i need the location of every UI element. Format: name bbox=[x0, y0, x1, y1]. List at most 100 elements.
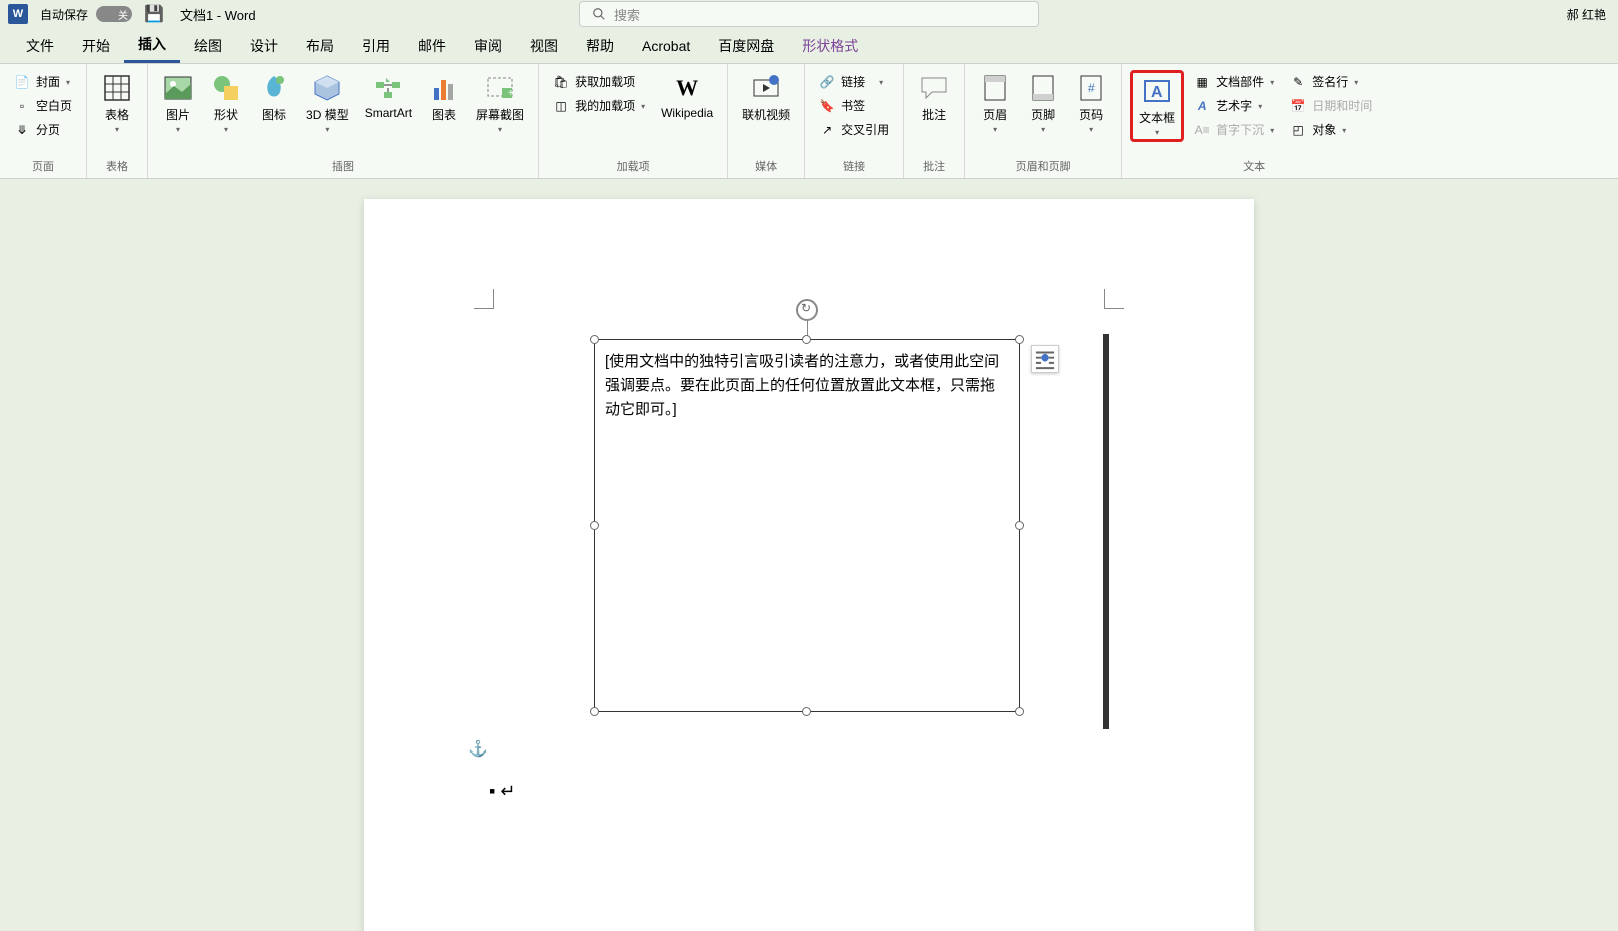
textbox[interactable]: [使用文档中的独特引言吸引读者的注意力，或者使用此空间强调要点。要在此页面上的任… bbox=[594, 339, 1020, 712]
tab-review[interactable]: 审阅 bbox=[460, 30, 516, 62]
sigline-button[interactable]: ✎签名行▾ bbox=[1284, 70, 1378, 93]
page[interactable]: [使用文档中的独特引言吸引读者的注意力，或者使用此空间强调要点。要在此页面上的任… bbox=[364, 199, 1254, 931]
word-icon: W bbox=[8, 4, 28, 24]
icons-button[interactable]: 图标 bbox=[252, 70, 296, 125]
blank-page-button[interactable]: ▫空白页 bbox=[8, 94, 78, 117]
link-icon: 🔗 bbox=[819, 74, 835, 90]
dropcap-button: A≡首字下沉▾ bbox=[1188, 118, 1280, 141]
tab-view[interactable]: 视图 bbox=[516, 30, 572, 62]
tab-design[interactable]: 设计 bbox=[236, 30, 292, 62]
textbox-button[interactable]: A文本框▾ bbox=[1133, 73, 1181, 139]
table-button[interactable]: 表格 ▾ bbox=[95, 70, 139, 136]
paragraph-mark: ▪ ↵ bbox=[489, 781, 515, 802]
tab-baidu[interactable]: 百度网盘 bbox=[704, 30, 788, 62]
resize-handle-e[interactable] bbox=[1015, 521, 1024, 530]
store-icon: 🛍 bbox=[553, 74, 569, 90]
tab-draw[interactable]: 绘图 bbox=[180, 30, 236, 62]
wordart-button[interactable]: A艺术字▾ bbox=[1188, 94, 1280, 117]
resize-handle-s[interactable] bbox=[802, 707, 811, 716]
title-bar: W 自动保存 关 💾 文档1 - Word 搜索 郝 红艳 bbox=[0, 0, 1618, 28]
margin-corner-tr bbox=[1104, 289, 1124, 309]
resize-handle-w[interactable] bbox=[590, 521, 599, 530]
pagenum-button[interactable]: #页码▾ bbox=[1069, 70, 1113, 136]
margin-corner-tl bbox=[474, 289, 494, 309]
resize-handle-sw[interactable] bbox=[590, 707, 599, 716]
doc-parts-button[interactable]: ▦文档部件▾ bbox=[1188, 70, 1280, 93]
layout-icon bbox=[1032, 346, 1058, 372]
crossref-button[interactable]: ↗交叉引用 bbox=[813, 118, 895, 141]
object-button[interactable]: ◰对象▾ bbox=[1284, 118, 1378, 141]
picture-icon bbox=[162, 72, 194, 104]
tab-layout[interactable]: 布局 bbox=[292, 30, 348, 62]
group-text: A文本框▾ ▦文档部件▾ A艺术字▾ A≡首字下沉▾ ✎签名行▾ 📅日期和时间 … bbox=[1122, 64, 1386, 178]
get-addins-button[interactable]: 🛍获取加载项 bbox=[547, 70, 651, 93]
resize-handle-ne[interactable] bbox=[1015, 335, 1024, 344]
chart-icon bbox=[428, 72, 460, 104]
cover-page-button[interactable]: 📄封面▾ bbox=[8, 70, 78, 93]
tab-references[interactable]: 引用 bbox=[348, 30, 404, 62]
save-icon[interactable]: 💾 bbox=[144, 4, 164, 24]
icons-icon bbox=[258, 72, 290, 104]
break-icon: ⤋ bbox=[14, 122, 30, 138]
picture-button[interactable]: 图片▾ bbox=[156, 70, 200, 136]
screenshot-button[interactable]: +屏幕截图▾ bbox=[470, 70, 530, 136]
tab-file[interactable]: 文件 bbox=[12, 30, 68, 62]
textbox-icon: A bbox=[1141, 75, 1173, 107]
user-name[interactable]: 郝 红艳 bbox=[1567, 6, 1606, 23]
chart-button[interactable]: 图表 bbox=[422, 70, 466, 125]
wordart-icon: A bbox=[1194, 98, 1210, 114]
autosave-toggle[interactable]: 关 bbox=[96, 6, 132, 22]
textbox-text[interactable]: [使用文档中的独特引言吸引读者的注意力，或者使用此空间强调要点。要在此页面上的任… bbox=[595, 340, 1019, 432]
shapes-icon bbox=[210, 72, 242, 104]
bookmark-button[interactable]: 🔖书签 bbox=[813, 94, 895, 117]
wikipedia-button[interactable]: WWikipedia bbox=[655, 70, 719, 122]
parts-icon: ▦ bbox=[1194, 74, 1210, 90]
my-addins-button[interactable]: ◫我的加载项▾ bbox=[547, 94, 651, 117]
group-pages: 📄封面▾ ▫空白页 ⤋分页 页面 bbox=[0, 64, 87, 178]
rotate-handle[interactable] bbox=[796, 299, 818, 321]
textbox-container: [使用文档中的独特引言吸引读者的注意力，或者使用此空间强调要点。要在此页面上的任… bbox=[594, 339, 1020, 712]
link-button[interactable]: 🔗链接▾ bbox=[813, 70, 895, 93]
sig-icon: ✎ bbox=[1290, 74, 1306, 90]
shapes-button[interactable]: 形状▾ bbox=[204, 70, 248, 136]
group-media: 联机视频 媒体 bbox=[728, 64, 805, 178]
header-icon bbox=[979, 72, 1011, 104]
date-icon: 📅 bbox=[1290, 98, 1306, 114]
layout-options-button[interactable] bbox=[1031, 345, 1059, 373]
svg-text:#: # bbox=[1088, 81, 1095, 95]
search-input[interactable]: 搜索 bbox=[579, 1, 1039, 27]
page-break-button[interactable]: ⤋分页 bbox=[8, 118, 78, 141]
group-addins: 🛍获取加载项 ◫我的加载项▾ WWikipedia 加载项 bbox=[539, 64, 728, 178]
footer-icon bbox=[1027, 72, 1059, 104]
resize-handle-se[interactable] bbox=[1015, 707, 1024, 716]
resize-handle-nw[interactable] bbox=[590, 335, 599, 344]
dropcap-icon: A≡ bbox=[1194, 122, 1210, 138]
tab-help[interactable]: 帮助 bbox=[572, 30, 628, 62]
quote-bar bbox=[1103, 334, 1109, 729]
tab-home[interactable]: 开始 bbox=[68, 30, 124, 62]
group-tables: 表格 ▾ 表格 bbox=[87, 64, 148, 178]
tab-shape-format[interactable]: 形状格式 bbox=[788, 30, 872, 62]
svg-text:A: A bbox=[1151, 84, 1163, 101]
online-video-button[interactable]: 联机视频 bbox=[736, 70, 796, 125]
document-canvas[interactable]: [使用文档中的独特引言吸引读者的注意力，或者使用此空间强调要点。要在此页面上的任… bbox=[0, 179, 1618, 931]
3d-model-button[interactable]: 3D 模型▾ bbox=[300, 70, 355, 136]
footer-button[interactable]: 页脚▾ bbox=[1021, 70, 1065, 136]
smartart-icon bbox=[372, 72, 404, 104]
bookmark-icon: 🔖 bbox=[819, 98, 835, 114]
search-placeholder: 搜索 bbox=[614, 5, 640, 24]
resize-handle-n[interactable] bbox=[802, 335, 811, 344]
table-icon bbox=[101, 72, 133, 104]
addins-icon: ◫ bbox=[553, 98, 569, 114]
tab-insert[interactable]: 插入 bbox=[124, 28, 180, 63]
tab-acrobat[interactable]: Acrobat bbox=[628, 32, 704, 60]
anchor-icon: ⚓ bbox=[468, 739, 488, 759]
tab-mail[interactable]: 邮件 bbox=[404, 30, 460, 62]
wikipedia-icon: W bbox=[671, 72, 703, 104]
datetime-button: 📅日期和时间 bbox=[1284, 94, 1378, 117]
object-icon: ◰ bbox=[1290, 122, 1306, 138]
header-button[interactable]: 页眉▾ bbox=[973, 70, 1017, 136]
smartart-button[interactable]: SmartArt bbox=[359, 70, 418, 122]
search-icon bbox=[592, 7, 606, 21]
comment-button[interactable]: 批注 bbox=[912, 70, 956, 125]
